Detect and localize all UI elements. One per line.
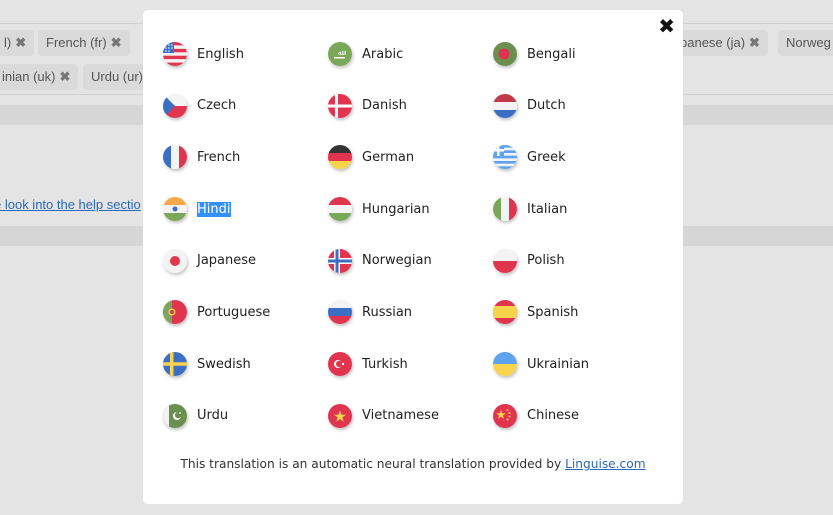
- close-icon[interactable]: ✖: [658, 14, 675, 38]
- language-label: Russian: [362, 304, 413, 320]
- language-chip: l) ✖: [0, 30, 35, 56]
- language-option-vietnamese[interactable]: Vietnamese: [328, 402, 493, 430]
- language-label: Bengali: [527, 46, 576, 62]
- portugal-flag-icon: [163, 300, 187, 325]
- greece-flag-icon: [493, 145, 517, 170]
- language-label: Italian: [527, 201, 568, 217]
- language-label: English: [197, 46, 244, 62]
- language-label: Chinese: [527, 408, 579, 424]
- turkey-flag-icon: [328, 352, 352, 377]
- us-flag-icon: [163, 42, 187, 66]
- ukraine-flag-icon: [493, 352, 517, 377]
- language-option-hindi[interactable]: Hindi: [163, 195, 328, 223]
- poland-flag-icon: [493, 248, 517, 273]
- japan-flag-icon: [163, 248, 187, 273]
- pakistan-flag-icon: [163, 403, 187, 428]
- remove-chip-icon[interactable]: ✖: [59, 69, 70, 84]
- hungary-flag-icon: [328, 197, 352, 222]
- france-flag-icon: [163, 145, 187, 170]
- language-label: Spanish: [527, 304, 579, 320]
- language-option-turkish[interactable]: Turkish: [328, 350, 493, 378]
- language-label: Norwegian: [362, 253, 432, 269]
- bangladesh-flag-icon: [493, 42, 517, 66]
- language-option-english[interactable]: English: [163, 40, 328, 68]
- language-option-spanish[interactable]: Spanish: [493, 298, 658, 326]
- chip-label: inian (uk): [2, 69, 56, 84]
- chip-label: panese (ja): [680, 35, 746, 50]
- chip-label: l): [4, 35, 12, 50]
- language-label: Polish: [527, 253, 565, 269]
- language-chip: Norweg: [778, 30, 833, 56]
- denmark-flag-icon: [328, 93, 352, 118]
- language-label: Swedish: [197, 356, 251, 372]
- spain-flag-icon: [493, 300, 517, 325]
- language-list: English ﷲ Arabic Bengali Czech Danish Dutch Fre…: [163, 40, 663, 454]
- language-option-japanese[interactable]: Japanese: [163, 247, 328, 275]
- language-label: German: [362, 149, 415, 165]
- language-option-ukrainian[interactable]: Ukrainian: [493, 350, 658, 378]
- language-option-french[interactable]: French: [163, 143, 328, 171]
- language-option-urdu[interactable]: Urdu: [163, 402, 328, 430]
- language-selector-modal: ✖ English ﷲ Arabic Bengali Czech Danish Dutch F…: [143, 10, 683, 504]
- language-label: Ukrainian: [527, 356, 590, 372]
- language-label: Danish: [362, 98, 407, 114]
- language-label: Vietnamese: [362, 408, 439, 424]
- india-flag-icon: [163, 197, 187, 222]
- sweden-flag-icon: [163, 352, 187, 377]
- language-option-norwegian[interactable]: Norwegian: [328, 247, 493, 275]
- language-label: Arabic: [362, 46, 404, 62]
- language-option-czech[interactable]: Czech: [163, 92, 328, 120]
- language-option-danish[interactable]: Danish: [328, 92, 493, 120]
- language-label: Czech: [197, 98, 237, 114]
- language-option-chinese[interactable]: Chinese: [493, 402, 658, 430]
- linguise-link[interactable]: Linguise.com: [565, 457, 646, 471]
- language-option-italian[interactable]: Italian: [493, 195, 658, 223]
- remove-chip-icon[interactable]: ✖: [111, 35, 122, 50]
- language-chip: inian (uk) ✖: [0, 64, 79, 90]
- language-label: Urdu: [197, 408, 229, 424]
- language-option-portuguese[interactable]: Portuguese: [163, 298, 328, 326]
- language-label: Hindi: [197, 201, 231, 217]
- language-label: French: [197, 149, 241, 165]
- language-option-hungarian[interactable]: Hungarian: [328, 195, 493, 223]
- russia-flag-icon: [328, 300, 352, 325]
- saudi-flag-icon: ﷲ: [328, 42, 352, 66]
- help-section-link[interactable]: e look into the help sectio: [0, 197, 141, 212]
- language-option-greek[interactable]: Greek: [493, 143, 658, 171]
- language-option-polish[interactable]: Polish: [493, 247, 658, 275]
- chip-label: French (fr): [46, 35, 107, 50]
- netherlands-flag-icon: [493, 93, 517, 118]
- language-label: Greek: [527, 149, 566, 165]
- footer-text: This translation is an automatic neural …: [180, 457, 566, 471]
- chip-label: Norweg: [786, 35, 831, 50]
- attribution-footer: This translation is an automatic neural …: [143, 457, 683, 471]
- language-label: Turkish: [362, 356, 408, 372]
- language-label: Japanese: [197, 253, 257, 269]
- remove-chip-icon[interactable]: ✖: [749, 35, 760, 50]
- language-option-dutch[interactable]: Dutch: [493, 92, 658, 120]
- language-label: Dutch: [527, 98, 566, 114]
- norway-flag-icon: [328, 248, 352, 273]
- vietnam-flag-icon: [328, 403, 352, 428]
- italy-flag-icon: [493, 197, 517, 222]
- china-flag-icon: [493, 403, 517, 428]
- chip-label: Urdu (ur): [91, 69, 144, 84]
- remove-chip-icon[interactable]: ✖: [15, 35, 26, 50]
- language-chip: French (fr) ✖: [38, 30, 130, 56]
- language-option-bengali[interactable]: Bengali: [493, 40, 658, 68]
- language-label: Portuguese: [197, 304, 271, 320]
- czech-flag-icon: [163, 93, 187, 118]
- language-option-german[interactable]: German: [328, 143, 493, 171]
- language-option-russian[interactable]: Russian: [328, 298, 493, 326]
- language-label: Hungarian: [362, 201, 430, 217]
- language-chip: panese (ja) ✖: [675, 30, 768, 56]
- language-option-arabic[interactable]: ﷲ Arabic: [328, 40, 493, 68]
- language-option-swedish[interactable]: Swedish: [163, 350, 328, 378]
- germany-flag-icon: [328, 145, 352, 170]
